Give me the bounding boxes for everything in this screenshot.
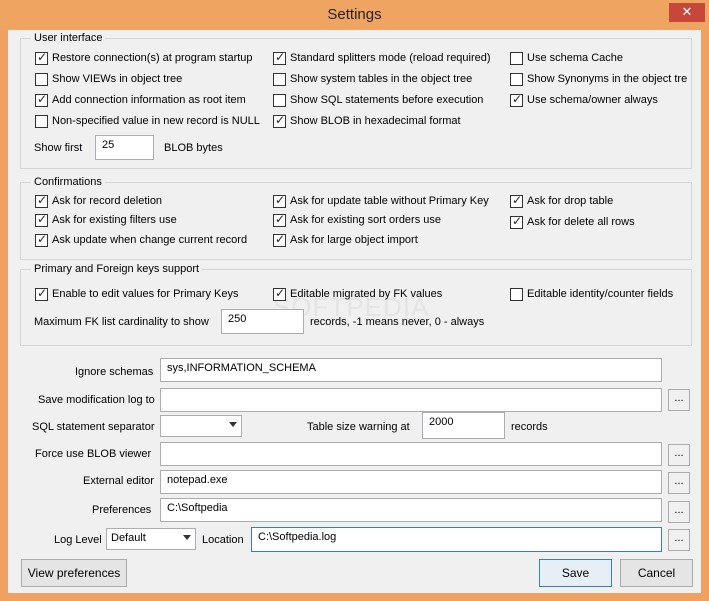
check-icon: ✓ — [37, 193, 48, 207]
cancel-button[interactable]: Cancel — [620, 559, 693, 587]
check-icon: ✓ — [512, 214, 523, 228]
chevron-down-icon — [183, 535, 191, 540]
view-preferences-button[interactable]: View preferences — [21, 559, 127, 587]
blob-viewer-input[interactable] — [160, 442, 662, 466]
close-button[interactable]: ✕ — [669, 3, 705, 22]
confirmations-group-label: Confirmations — [31, 176, 105, 188]
save-log-input[interactable] — [160, 388, 662, 412]
check-icon: ✓ — [37, 232, 48, 246]
blob-bytes-label: BLOB bytes — [164, 142, 223, 154]
log-level-label: Log Level — [54, 534, 102, 546]
check-icon: ✓ — [512, 193, 523, 207]
settings-window: Settings ✕ SOFTPEDIA User interface ✓ Res… — [0, 0, 709, 601]
show-first-label: Show first — [34, 142, 83, 154]
preferences-browse-button[interactable]: ... — [668, 501, 690, 523]
table-size-suffix: records — [511, 421, 548, 433]
check-icon: ✓ — [275, 193, 286, 207]
close-icon[interactable]: ✕ — [682, 4, 693, 19]
location-browse-button[interactable]: ... — [668, 529, 690, 551]
check-icon: ✓ — [275, 286, 286, 300]
check-icon: ✓ — [37, 50, 48, 64]
log-level-select[interactable]: Default — [106, 528, 196, 550]
save-button[interactable]: Save — [539, 559, 612, 587]
table-size-label: Table size warning at — [307, 421, 410, 433]
max-fk-input[interactable]: 250 — [221, 309, 304, 334]
table-size-input[interactable]: 2000 — [422, 412, 505, 439]
window-title: Settings — [327, 6, 382, 23]
check-icon: ✓ — [37, 286, 48, 300]
show-first-input[interactable]: 25 — [95, 135, 154, 160]
save-log-browse-button[interactable]: ... — [668, 389, 690, 411]
separator-select[interactable] — [160, 415, 242, 437]
external-editor-input[interactable]: notepad.exe — [160, 470, 662, 494]
settings-client-area: SOFTPEDIA User interface ✓ Restore connec… — [8, 30, 701, 593]
check-icon: ✓ — [275, 50, 286, 64]
preferences-input[interactable]: C:\Softpedia — [160, 498, 662, 522]
check-icon: ✓ — [275, 212, 286, 226]
save-log-label: Save modification log to — [38, 394, 155, 406]
ignore-schemas-input[interactable]: sys,INFORMATION_SCHEMA — [160, 358, 662, 382]
preferences-label: Preferences — [92, 504, 152, 516]
check-icon: ✓ — [37, 92, 48, 106]
separator-label: SQL statement separator — [32, 421, 155, 433]
location-label: Location — [202, 534, 244, 546]
check-icon: ✓ — [275, 113, 286, 127]
ignore-schemas-label: Ignore schemas — [75, 366, 154, 378]
max-fk-suffix: records, -1 means never, 0 - always — [310, 316, 485, 328]
external-editor-label: External editor — [83, 475, 154, 487]
check-icon: ✓ — [512, 92, 523, 106]
user-interface-group-label: User interface — [31, 32, 106, 44]
location-input[interactable]: C:\Softpedia.log — [251, 527, 662, 552]
chevron-down-icon — [229, 422, 237, 427]
keys-support-group-label: Primary and Foreign keys support — [31, 263, 203, 275]
keys-support-group — [20, 269, 692, 346]
blob-viewer-label: Force use BLOB viewer — [35, 448, 152, 460]
max-fk-label: Maximum FK list cardinality to show — [34, 316, 209, 328]
check-icon: ✓ — [37, 212, 48, 226]
external-editor-browse-button[interactable]: ... — [668, 472, 690, 494]
check-icon: ✓ — [275, 232, 286, 246]
blob-viewer-browse-button[interactable]: ... — [668, 444, 690, 466]
title-bar[interactable]: Settings ✕ — [0, 0, 709, 30]
